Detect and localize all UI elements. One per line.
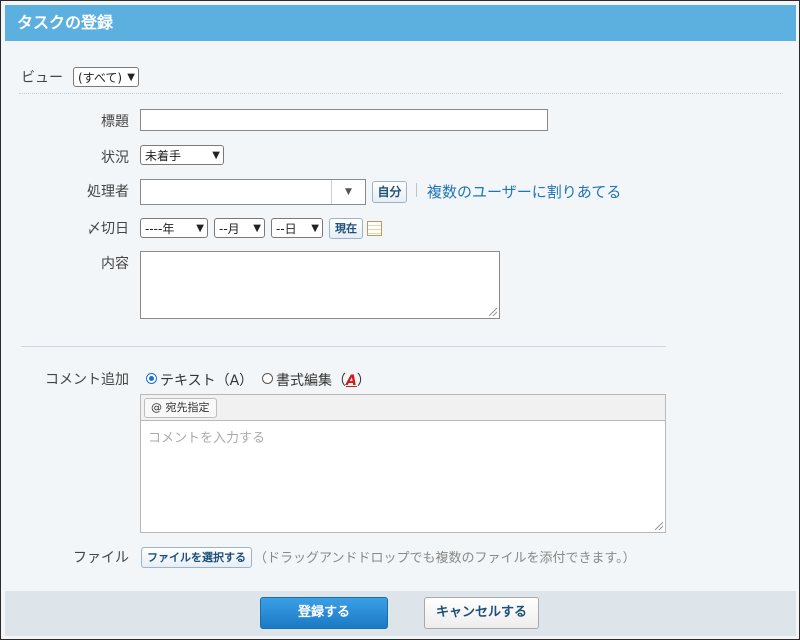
content-textarea[interactable] [140,251,500,319]
chevron-down-icon: ▼ [212,150,220,161]
year-select-value: ----年 [145,222,175,236]
day-select[interactable]: --日 ▼ [271,218,323,238]
rich-format-icon: A [346,373,357,389]
rich-mode-text: 書式編集（ [276,373,346,389]
rich-mode-label[interactable]: 書式編集（A） [276,370,371,390]
divider [19,93,783,94]
deadline-label: 〆切日 [87,221,129,237]
month-select[interactable]: --月 ▼ [214,218,265,238]
assignee-combobox[interactable]: ▼ [140,179,366,205]
page-title: タスクの登録 [17,13,114,32]
month-select-value: --月 [219,222,240,236]
cancel-button[interactable]: キャンセルする [424,597,539,629]
day-select-value: --日 [276,222,297,236]
resize-grip-icon[interactable] [489,308,497,316]
view-select-value: (すべて) [78,71,123,85]
text-mode-label[interactable]: テキスト（A） [160,370,253,390]
separator [416,183,417,197]
chevron-down-icon: ▼ [253,223,261,234]
comment-label: コメント追加 [45,372,129,388]
calendar-icon[interactable] [367,221,382,236]
comment-placeholder: コメントを入力する [148,431,266,446]
chevron-down-icon: ▼ [196,223,204,234]
status-select[interactable]: 未着手 ▼ [140,145,224,165]
title-label: 標題 [101,114,129,130]
section-divider [21,346,666,347]
view-select[interactable]: (すべて) ▼ [73,67,139,87]
rich-mode-radio[interactable] [262,373,273,384]
status-select-value: 未着手 [145,149,182,163]
comment-toolbar: @ 宛先指定 [140,394,666,421]
multi-assign-link[interactable]: 複数のユーザーに割りあてる [427,181,621,202]
year-select[interactable]: ----年 ▼ [140,218,208,238]
submit-button[interactable]: 登録する [260,597,388,629]
resize-grip-icon[interactable] [655,522,663,530]
now-button[interactable]: 現在 [329,218,363,239]
text-mode-radio[interactable] [146,373,157,384]
header-bar: タスクの登録 [5,5,796,41]
combo-dropdown-icon[interactable]: ▼ [331,180,365,204]
task-registration-window: タスクの登録 ビュー (すべて) ▼ 標題 状況 未着手 ▼ 処理者 ▼ 自分 … [0,0,800,640]
comment-textarea[interactable]: コメントを入力する [140,421,666,533]
assignee-label: 処理者 [87,184,129,200]
status-label: 状況 [101,150,129,166]
title-input[interactable] [140,109,548,131]
mention-button[interactable]: @ 宛先指定 [144,398,217,418]
chevron-down-icon: ▼ [311,223,319,234]
self-button[interactable]: 自分 [372,181,407,203]
chevron-down-icon: ▼ [127,72,135,83]
rich-mode-suffix: ） [356,373,371,389]
choose-file-button[interactable]: ファイルを選択する [141,547,252,568]
view-label: ビュー [21,70,63,86]
content-label: 内容 [101,256,129,272]
footer-bar [5,591,796,636]
file-label: ファイル [73,550,129,566]
file-note: （ドラッグアンドドロップでも複数のファイルを添付できます。） [254,551,636,566]
